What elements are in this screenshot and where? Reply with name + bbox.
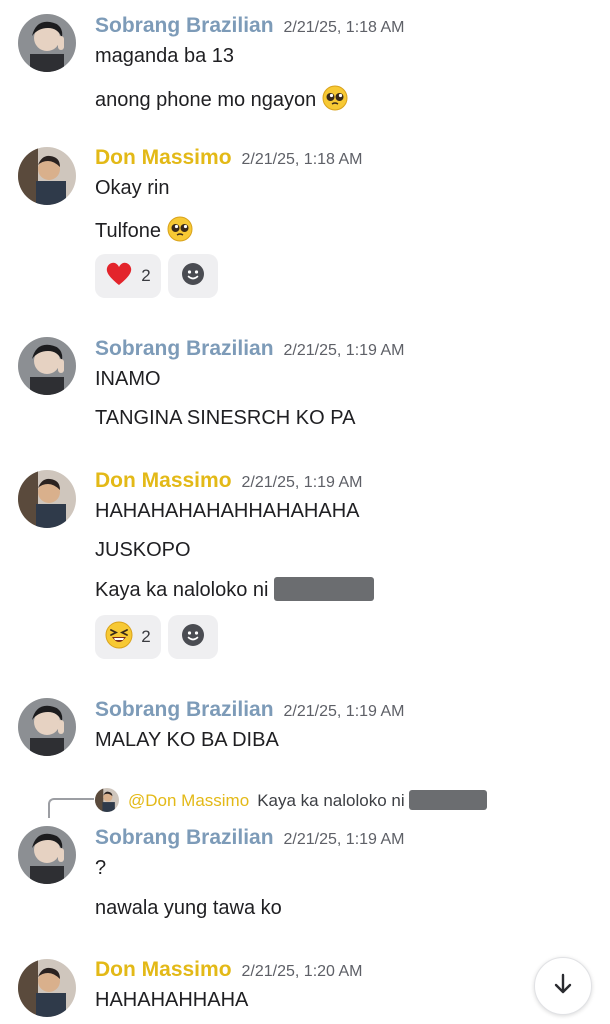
message-text: nawala yung tawa ko xyxy=(95,897,282,919)
timestamp: 2/21/25, 1:19 AM xyxy=(283,831,405,848)
message-text: ? xyxy=(95,857,107,879)
reaction-heart[interactable]: 2 xyxy=(95,254,161,298)
timestamp: 2/21/25, 1:18 AM xyxy=(283,19,405,36)
message-header: Sobrang Brazilian 2/21/25, 1:19 AM xyxy=(95,337,405,361)
avatar-sobrang-brazilian[interactable] xyxy=(18,698,76,756)
message-group: Sobrang Brazilian 2/21/25, 1:18 AM magand… xyxy=(0,12,610,117)
message-header: Sobrang Brazilian 2/21/25, 1:19 AM xyxy=(95,826,405,850)
message-group: Sobrang Brazilian 2/21/25, 1:19 AM INAMO … xyxy=(0,335,610,435)
message-text-line: anong phone mo ngayon xyxy=(95,85,348,117)
username[interactable]: Don Massimo xyxy=(95,146,232,169)
pleading-face-emoji xyxy=(322,85,348,117)
reaction-count: 2 xyxy=(141,266,151,285)
reply-reference[interactable]: @Don Massimo Kaya ka naloloko ni xyxy=(48,788,608,818)
avatar-don-massimo[interactable] xyxy=(18,147,76,205)
message-text: maganda ba 13 xyxy=(95,45,235,67)
message-text: TANGINA SINESRCH KO PA xyxy=(95,407,356,429)
reply-quote: Kaya ka naloloko ni xyxy=(257,791,405,810)
message-text: JUSKOPO xyxy=(95,539,191,561)
timestamp: 2/21/25, 1:19 AM xyxy=(241,474,363,491)
arrow-down-icon xyxy=(550,971,576,1002)
avatar-sobrang-brazilian[interactable] xyxy=(18,14,76,72)
heart-emoji xyxy=(105,261,133,292)
message-header: Don Massimo 2/21/25, 1:18 AM xyxy=(95,146,363,170)
scroll-to-bottom-button[interactable] xyxy=(534,957,592,1015)
timestamp: 2/21/25, 1:19 AM xyxy=(283,703,405,720)
message-header: Don Massimo 2/21/25, 1:20 AM xyxy=(95,958,363,982)
add-reaction-button[interactable] xyxy=(168,615,218,659)
message-group: Don Massimo 2/21/25, 1:18 AM Okay rin Tul… xyxy=(0,145,610,305)
smiley-add-reaction-icon xyxy=(180,622,206,653)
message-text: HAHAHAHAHAHHAHAHAHA xyxy=(95,500,360,522)
message-header: Don Massimo 2/21/25, 1:19 AM xyxy=(95,469,363,493)
username[interactable]: Don Massimo xyxy=(95,469,232,492)
reply-avatar-don-massimo xyxy=(95,788,119,812)
message-group: Sobrang Brazilian 2/21/25, 1:19 AM ? nawa… xyxy=(0,824,610,924)
username[interactable]: Sobrang Brazilian xyxy=(95,14,274,37)
message-text: INAMO xyxy=(95,368,161,390)
avatar-don-massimo[interactable] xyxy=(18,470,76,528)
message-group: Sobrang Brazilian 2/21/25, 1:19 AM MALAY … xyxy=(0,696,610,766)
username[interactable]: Sobrang Brazilian xyxy=(95,826,274,849)
timestamp: 2/21/25, 1:18 AM xyxy=(241,151,363,168)
message-text-line: Tulfone xyxy=(95,216,193,248)
message-group: Don Massimo 2/21/25, 1:20 AM HAHAHAHHAHA xyxy=(0,957,610,1024)
message-text: Kaya ka naloloko ni xyxy=(95,579,269,601)
reply-mention[interactable]: @Don Massimo xyxy=(128,791,249,810)
avatar-don-massimo[interactable] xyxy=(18,959,76,1017)
pleading-face-emoji xyxy=(167,216,193,248)
message-text: Tulfone xyxy=(95,220,161,242)
username[interactable]: Sobrang Brazilian xyxy=(95,337,274,360)
message-header: Sobrang Brazilian 2/21/25, 1:19 AM xyxy=(95,698,405,722)
message-text-line: Kaya ka naloloko ni xyxy=(95,577,375,602)
reply-text: @Don Massimo Kaya ka naloloko ni xyxy=(128,790,487,811)
avatar-sobrang-brazilian[interactable] xyxy=(18,337,76,395)
timestamp: 2/21/25, 1:20 AM xyxy=(241,963,363,980)
add-reaction-button[interactable] xyxy=(168,254,218,298)
message-group: Don Massimo 2/21/25, 1:19 AM HAHAHAHAHAHH… xyxy=(0,468,610,668)
redacted-name xyxy=(408,790,487,810)
message-text: MALAY KO BA DIBA xyxy=(95,729,279,751)
reaction-laughing[interactable]: 2 xyxy=(95,615,161,659)
redacted-name xyxy=(274,577,375,601)
laughing-emoji xyxy=(105,621,133,654)
message-text: anong phone mo ngayon xyxy=(95,89,317,111)
timestamp: 2/21/25, 1:19 AM xyxy=(283,342,405,359)
message-header: Sobrang Brazilian 2/21/25, 1:18 AM xyxy=(95,14,405,38)
message-text: Okay rin xyxy=(95,177,170,199)
reaction-count: 2 xyxy=(141,627,151,646)
message-text: HAHAHAHHAHA xyxy=(95,989,249,1011)
smiley-add-reaction-icon xyxy=(180,261,206,292)
avatar-sobrang-brazilian[interactable] xyxy=(18,826,76,884)
username[interactable]: Sobrang Brazilian xyxy=(95,698,274,721)
username[interactable]: Don Massimo xyxy=(95,958,232,981)
reply-spine xyxy=(48,798,94,818)
